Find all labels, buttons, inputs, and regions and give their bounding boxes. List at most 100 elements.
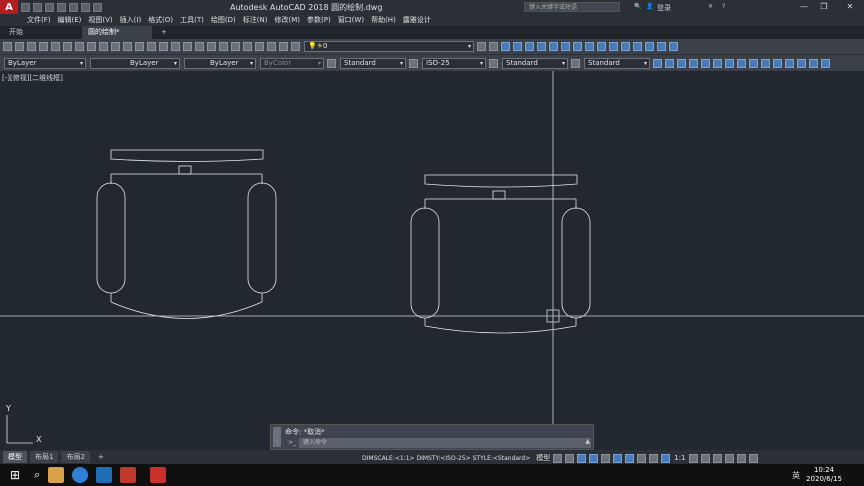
snap-icon[interactable] — [565, 453, 575, 463]
tool-publish-icon[interactable] — [63, 42, 72, 51]
menu-file[interactable]: 文件(F) — [27, 15, 51, 25]
command-grip[interactable] — [273, 427, 281, 447]
windows-start-icon[interactable]: ⊞ — [10, 468, 20, 482]
menu-parametric[interactable]: 参数(P) — [307, 15, 331, 25]
print-icon[interactable] — [69, 2, 78, 12]
modify-copy-icon[interactable] — [665, 58, 674, 68]
close-icon[interactable]: ✕ — [842, 1, 858, 13]
menu-dimension[interactable]: 标注(N) — [243, 15, 268, 25]
menu-tools[interactable]: 工具(T) — [180, 15, 204, 25]
draw-arc-icon[interactable] — [525, 42, 534, 51]
modify-move-icon[interactable] — [713, 58, 722, 68]
app-icon-2[interactable] — [120, 467, 137, 483]
modify-join-icon[interactable] — [797, 58, 806, 68]
polar-icon[interactable] — [589, 453, 599, 463]
dim-style-icon[interactable] — [409, 58, 418, 68]
tool-open-icon[interactable] — [15, 42, 24, 51]
fullscreen-icon[interactable] — [736, 453, 746, 463]
transparency-icon[interactable] — [649, 453, 659, 463]
autocad-logo-icon[interactable]: A — [0, 0, 18, 14]
draw-line-icon[interactable] — [501, 42, 510, 51]
exchange-icon[interactable]: ✕ — [708, 3, 713, 10]
file-explorer-icon[interactable] — [48, 467, 65, 483]
search-taskbar-icon[interactable]: ⌕ — [34, 468, 40, 482]
tool-paste-icon[interactable] — [111, 42, 120, 51]
layer-manager-icon[interactable] — [291, 42, 300, 51]
tool-zoom-prev-icon[interactable] — [195, 42, 204, 51]
settings-icon[interactable] — [688, 453, 698, 463]
hardware-icon[interactable] — [724, 453, 734, 463]
menu-help[interactable]: 帮助(H) — [371, 15, 396, 25]
command-input[interactable]: 键入命令 — [285, 438, 591, 448]
tray-ime[interactable]: 英 — [792, 470, 800, 481]
menu-format[interactable]: 格式(O) — [148, 15, 173, 25]
tab-add-button[interactable]: + — [155, 26, 173, 39]
draw-circle-icon[interactable] — [537, 42, 546, 51]
search-input[interactable]: 键入关键字或短语 — [524, 2, 620, 12]
mleader-style-dropdown[interactable]: Standard ▾ — [584, 57, 650, 69]
minimize-icon[interactable]: — — [796, 1, 812, 13]
lineweight-dropdown[interactable]: ByLayer ▾ — [184, 57, 256, 69]
tool-redo-icon[interactable] — [147, 42, 156, 51]
autocad-taskbar-icon[interactable] — [150, 467, 167, 483]
menu-insert[interactable]: 插入(I) — [120, 15, 142, 25]
draw-block-icon[interactable] — [597, 42, 606, 51]
tool-cut-icon[interactable] — [87, 42, 96, 51]
draw-gradient-icon[interactable] — [633, 42, 642, 51]
tool-print-icon[interactable] — [39, 42, 48, 51]
new-file-icon[interactable] — [21, 2, 30, 12]
ortho-icon[interactable] — [577, 453, 587, 463]
grid-icon[interactable] — [553, 453, 563, 463]
save-icon[interactable] — [45, 2, 54, 12]
modify-offset-icon[interactable] — [689, 58, 698, 68]
otrack-icon[interactable] — [625, 453, 635, 463]
modify-fillet-icon[interactable] — [821, 58, 830, 68]
browser-icon[interactable] — [72, 467, 89, 483]
menu-window[interactable]: 窗口(W) — [338, 15, 364, 25]
tool-zoom-icon[interactable] — [171, 42, 180, 51]
tool-markup-icon[interactable] — [255, 42, 264, 51]
text-style-icon[interactable] — [327, 58, 336, 68]
modify-scale-icon[interactable] — [737, 58, 746, 68]
draw-region-icon[interactable] — [645, 42, 654, 51]
modify-erase-icon[interactable] — [653, 58, 662, 68]
isolate-icon[interactable] — [712, 453, 722, 463]
annotation-scale[interactable]: 1:1 — [674, 454, 685, 462]
open-file-icon[interactable] — [33, 2, 42, 12]
lineweight-icon[interactable] — [637, 453, 647, 463]
model-space-label[interactable]: 模型 — [536, 453, 550, 463]
linetype-dropdown[interactable]: ByLayer ▾ — [90, 57, 180, 69]
layer-current-icon[interactable] — [477, 42, 486, 51]
menu-modify[interactable]: 修改(M) — [274, 15, 300, 25]
menu-design[interactable]: 露雅设计 — [403, 15, 431, 25]
draw-hatch-icon[interactable] — [621, 42, 630, 51]
modify-stretch-icon[interactable] — [749, 58, 758, 68]
color-dropdown[interactable]: ByLayer ▾ — [4, 57, 86, 69]
tool-properties-icon[interactable] — [207, 42, 216, 51]
annotation-icon[interactable] — [661, 453, 671, 463]
help-icon[interactable]: ? — [722, 3, 725, 10]
layout-add-button[interactable]: + — [93, 451, 109, 463]
signin-label[interactable]: 登录 — [657, 3, 671, 13]
modify-rotate-icon[interactable] — [725, 58, 734, 68]
layout-tab-1[interactable]: 布局1 — [30, 451, 59, 463]
table-style-icon[interactable] — [489, 58, 498, 68]
user-icon[interactable]: 👤 — [646, 3, 653, 10]
redo-icon[interactable] — [93, 2, 102, 12]
customize-icon[interactable] — [748, 453, 758, 463]
workspace-icon[interactable] — [700, 453, 710, 463]
layer-dropdown[interactable]: 💡☀0 ▾ — [304, 41, 474, 52]
mleader-style-icon[interactable] — [571, 58, 580, 68]
draw-ellipse-icon[interactable] — [585, 42, 594, 51]
tool-matchprop-icon[interactable] — [123, 42, 132, 51]
modify-chamfer-icon[interactable] — [809, 58, 818, 68]
tool-designcenter-icon[interactable] — [219, 42, 228, 51]
tool-palettes-icon[interactable] — [231, 42, 240, 51]
app-icon-1[interactable] — [96, 467, 113, 483]
menu-view[interactable]: 视图(V) — [88, 15, 112, 25]
tool-preview-icon[interactable] — [51, 42, 60, 51]
draw-point-icon[interactable] — [609, 42, 618, 51]
tool-sheetset-icon[interactable] — [243, 42, 252, 51]
drawing-canvas[interactable]: [-][俯视][二维线框] Y X — [0, 71, 864, 450]
tool-pan-icon[interactable] — [159, 42, 168, 51]
